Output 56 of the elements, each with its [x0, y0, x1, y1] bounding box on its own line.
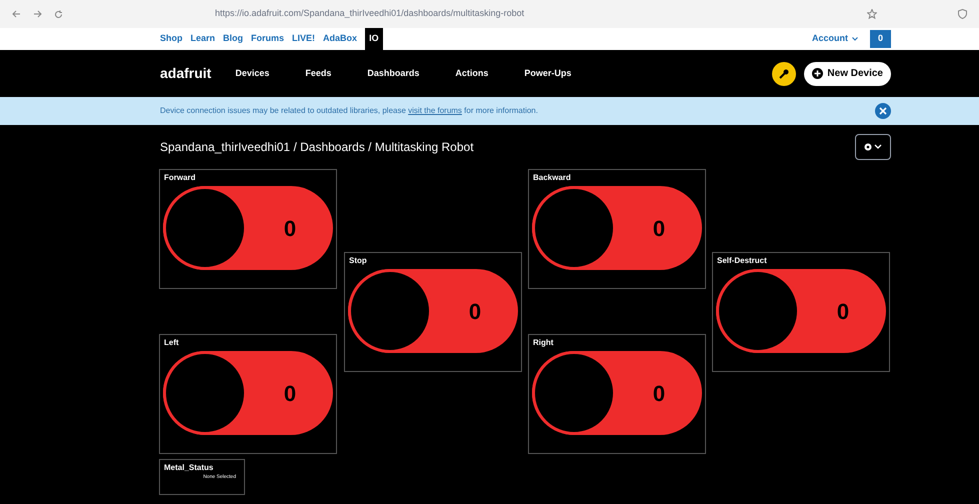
block-title: Self-Destruct	[716, 255, 768, 267]
nav-link[interactable]: Devices	[235, 66, 270, 80]
toggle-knob[interactable]	[348, 269, 432, 353]
settings-button[interactable]	[855, 134, 891, 160]
toggle-value: 0	[836, 298, 850, 326]
forums-link[interactable]: visit the forums	[408, 106, 462, 115]
toggle-knob[interactable]	[716, 269, 800, 353]
top-nav-link[interactable]: AdaBox	[323, 32, 358, 46]
reload-icon[interactable]	[54, 10, 63, 18]
nav-link[interactable]: Dashboards	[367, 66, 420, 80]
toggle-knob[interactable]	[532, 351, 616, 435]
logo[interactable]: adafruit	[160, 63, 212, 84]
star-icon[interactable]	[867, 9, 877, 19]
block-title: Left	[163, 337, 180, 349]
key-icon[interactable]	[772, 62, 796, 86]
cart-button[interactable]: 0	[870, 30, 891, 48]
forward-icon[interactable]	[33, 10, 42, 18]
toggle-switch[interactable]: 0	[163, 186, 333, 270]
plus-icon	[812, 68, 824, 79]
back-icon[interactable]	[12, 10, 21, 18]
close-icon[interactable]	[875, 103, 891, 119]
shield-icon[interactable]	[958, 9, 967, 19]
toggle-value: 0	[652, 214, 666, 242]
settings-icon	[863, 142, 883, 152]
block-title: Backward	[532, 172, 572, 184]
toggle-value: 0	[282, 214, 298, 242]
block-title: Stop	[348, 255, 368, 267]
nav-link[interactable]: Actions	[455, 66, 488, 80]
toggle-knob[interactable]	[532, 186, 616, 270]
toggle-switch[interactable]: 0	[532, 351, 702, 435]
caret-icon	[852, 37, 858, 41]
block-title: Forward	[163, 172, 197, 184]
toggle-knob[interactable]	[163, 186, 247, 270]
banner-message: Device connection issues may be related to outdated libraries, please visit the forums for more information.	[160, 105, 538, 117]
nav-link[interactable]: Power-Ups	[524, 66, 572, 80]
top-nav-link[interactable]: Learn	[190, 32, 216, 46]
top-nav-link[interactable]: LIVE!	[292, 32, 316, 46]
top-nav-link[interactable]: Forums	[251, 32, 284, 46]
toggle-value: 0	[652, 380, 666, 408]
address-field[interactable]: https://io.adafruit.com/Spandana_thirIveedhi01/dashboards/multitasking-robot	[215, 7, 524, 21]
nav-link[interactable]: Feeds	[305, 66, 332, 80]
new-device-button[interactable]: New Device	[804, 62, 891, 86]
breadcrumb: Spandana_thirIveedhi01 / Dashboards / Multitasking Robot	[160, 139, 474, 156]
top-nav-link[interactable]: IO	[365, 28, 383, 50]
account-link[interactable]: Account	[812, 32, 848, 46]
toggle-switch[interactable]: 0	[532, 186, 702, 270]
toggle-switch[interactable]: 0	[163, 351, 333, 435]
toggle-value: 0	[468, 298, 482, 326]
top-nav-link[interactable]: Shop	[160, 32, 182, 46]
block-title: Metal_Status	[163, 462, 214, 474]
toggle-switch[interactable]: 0	[348, 269, 518, 353]
block-title: Right	[532, 337, 554, 349]
toggle-switch[interactable]: 0	[716, 269, 886, 353]
toggle-knob[interactable]	[163, 351, 247, 435]
toggle-value: 0	[282, 380, 298, 408]
top-nav-link[interactable]: Blog	[223, 32, 244, 46]
